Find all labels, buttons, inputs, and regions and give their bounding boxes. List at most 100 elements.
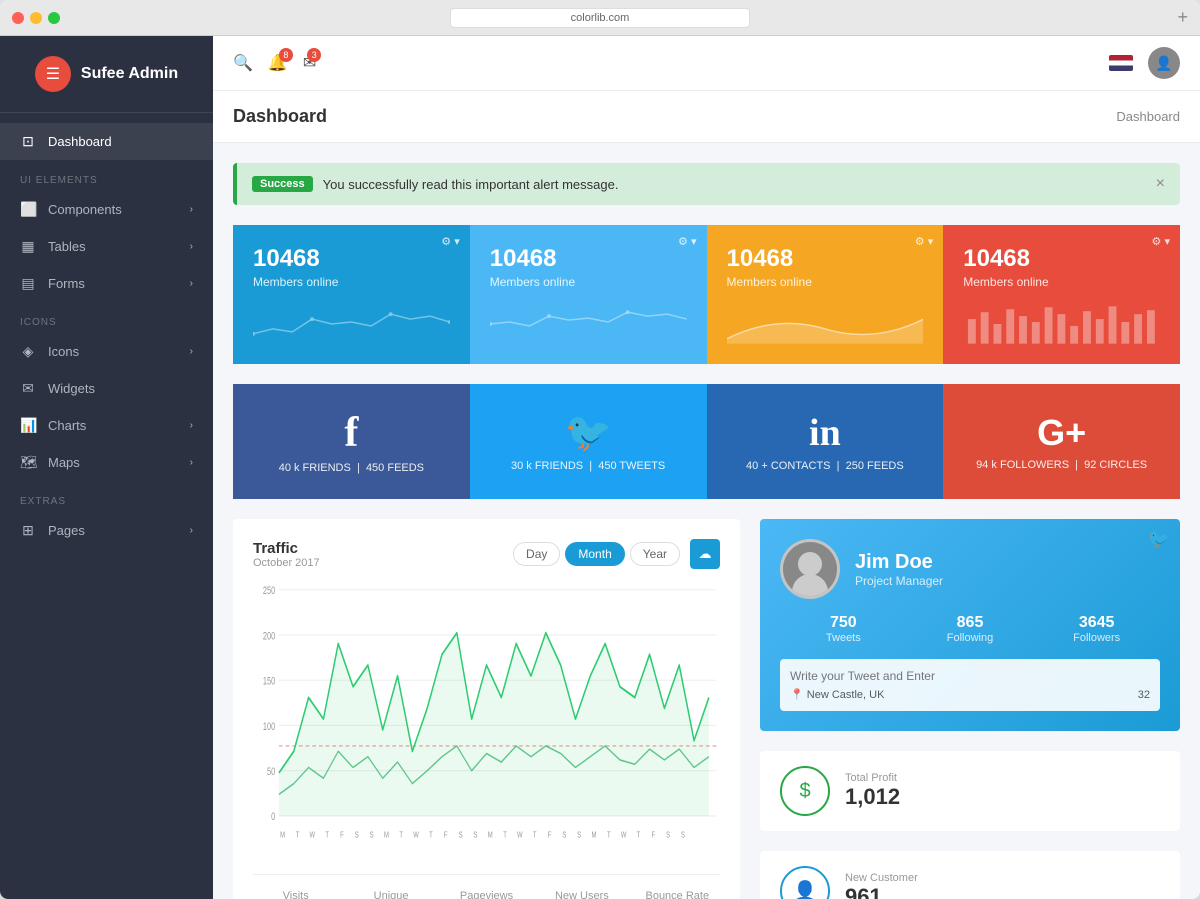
chart-title: Traffic (253, 540, 320, 557)
profile-role: Project Manager (855, 574, 943, 588)
twitter-link[interactable]: 🐦 (1148, 529, 1170, 550)
svg-text:S: S (666, 829, 670, 839)
mini-chart-line (490, 304, 687, 344)
maximize-button[interactable] (48, 12, 60, 24)
google-stats: 94 k FOLLOWERS | 92 CIRCLES (976, 459, 1147, 471)
stat-cards-row: ⚙ ▾ 10468 Members online (233, 225, 1180, 364)
sidebar-item-tables[interactable]: ▦ Tables › (0, 228, 213, 265)
chart-controls: Day Month Year ☁ (513, 539, 720, 569)
svg-text:T: T (296, 829, 300, 839)
sidebar-item-label: Components (48, 202, 122, 217)
pages-icon: ⊞ (20, 522, 36, 539)
sidebar-item-forms[interactable]: ▤ Forms › (0, 265, 213, 302)
traffic-chart-card: Traffic October 2017 Day Month Year (233, 519, 740, 899)
tweets-count: 750 (780, 614, 907, 632)
alert-close-button[interactable]: × (1156, 175, 1165, 193)
alert-badge: Success (252, 176, 313, 192)
chevron-right-icon: › (190, 241, 193, 252)
social-card-twitter[interactable]: 🐦 30 k FRIENDS | 450 TWEETS (470, 384, 707, 499)
traffic-lights (12, 12, 60, 24)
following-label: Following (907, 632, 1034, 644)
close-button[interactable] (12, 12, 24, 24)
topbar-left: 🔍 🔔 8 ✉ 3 (233, 53, 316, 73)
chevron-right-icon: › (190, 457, 193, 468)
facebook-icon: f (344, 409, 358, 457)
tables-icon: ▦ (20, 238, 36, 255)
sidebar-item-pages[interactable]: ⊞ Pages › (0, 512, 213, 549)
tweet-input-area: 📍 New Castle, UK 32 (780, 659, 1160, 711)
stat-number: 10468 (727, 245, 924, 273)
forms-icon: ▤ (20, 275, 36, 292)
sidebar-item-dashboard[interactable]: ⊡ Dashboard (0, 123, 213, 160)
app-window: colorlib.com + ☰ Sufee Admin ⊡ Dashboard… (0, 0, 1200, 899)
user-avatar[interactable]: 👤 (1148, 47, 1180, 79)
social-card-google[interactable]: G+ 94 k FOLLOWERS | 92 CIRCLES (943, 384, 1180, 499)
chart-area: 250 200 150 100 50 0 (253, 579, 720, 859)
sidebar-item-components[interactable]: ⬜ Components › (0, 191, 213, 228)
sidebar-item-icons[interactable]: ◈ Icons › (0, 333, 213, 370)
chart-title-group: Traffic October 2017 (253, 540, 320, 569)
chart-footer: Visits 29.703 Users (40%) Unique (253, 874, 720, 899)
svg-text:S: S (577, 829, 581, 839)
tweet-input[interactable] (790, 669, 1150, 683)
search-icon[interactable]: 🔍 (233, 53, 253, 73)
sidebar: ☰ Sufee Admin ⊡ Dashboard UI ELEMENTS ⬜ … (0, 36, 213, 899)
linkedin-contacts: 40 + CONTACTS (746, 460, 830, 472)
year-button[interactable]: Year (630, 542, 680, 566)
svg-text:S: S (370, 829, 374, 839)
titlebar: colorlib.com + (0, 0, 1200, 36)
new-tab-button[interactable]: + (1177, 7, 1188, 28)
language-flag[interactable] (1109, 55, 1133, 71)
url-bar[interactable]: colorlib.com (450, 8, 750, 28)
bounce-stat: Bounce Rate 40.15% (635, 890, 720, 899)
sidebar-item-label: Charts (48, 418, 86, 433)
topbar-right: 👤 (1109, 47, 1180, 79)
new-users-label: New Users (539, 890, 624, 899)
profile-info: Jim Doe Project Manager (780, 539, 1160, 599)
google-icon: G+ (1037, 412, 1086, 454)
sidebar-nav: ⊡ Dashboard UI ELEMENTS ⬜ Components › ▦… (0, 113, 213, 899)
metric-info: New Customer 961 (845, 872, 1160, 899)
svg-text:250: 250 (263, 585, 275, 597)
stat-card-members-2: ⚙ ▾ 10468 Members online (470, 225, 707, 364)
sidebar-item-charts[interactable]: 📊 Charts › (0, 407, 213, 444)
nav-section-ui: UI ELEMENTS (0, 160, 213, 191)
app-layout: ☰ Sufee Admin ⊡ Dashboard UI ELEMENTS ⬜ … (0, 36, 1200, 899)
month-button[interactable]: Month (565, 542, 624, 566)
dashboard-icon: ⊡ (20, 133, 36, 150)
linkedin-stats: 40 + CONTACTS | 250 FEEDS (746, 460, 904, 472)
sidebar-item-maps[interactable]: 🗺 Maps › (0, 444, 213, 481)
svg-text:T: T (533, 829, 537, 839)
social-card-facebook[interactable]: f 40 k FRIENDS | 450 FEEDS (233, 384, 470, 499)
profit-label: Total Profit (845, 772, 1160, 784)
social-card-linkedin[interactable]: in 40 + CONTACTS | 250 FEEDS (707, 384, 944, 499)
main-content: Dashboard Dashboard Success You successf… (213, 91, 1200, 899)
sidebar-item-label: Tables (48, 239, 86, 254)
profile-name: Jim Doe (855, 551, 943, 574)
google-circles: 92 CIRCLES (1084, 459, 1147, 471)
svg-text:M: M (384, 829, 389, 839)
tweets-stat: 750 Tweets (780, 614, 907, 644)
twitter-stats: 30 k FRIENDS | 450 TWEETS (511, 460, 665, 472)
sidebar-item-widgets[interactable]: ✉ Widgets (0, 370, 213, 407)
visits-label: Visits (253, 890, 338, 899)
customer-label: New Customer (845, 872, 1160, 884)
day-button[interactable]: Day (513, 542, 560, 566)
sidebar-item-label: Widgets (48, 381, 95, 396)
svg-text:T: T (429, 829, 433, 839)
minimize-button[interactable] (30, 12, 42, 24)
messages-icon[interactable]: ✉ 3 (303, 53, 316, 73)
time-period-group: Day Month Year (513, 542, 680, 566)
notifications-icon[interactable]: 🔔 8 (268, 53, 288, 73)
svg-text:T: T (325, 829, 329, 839)
components-icon: ⬜ (20, 201, 36, 218)
stat-card-members-3: ⚙ ▾ 10468 Members online (707, 225, 944, 364)
tweet-footer: 📍 New Castle, UK 32 (790, 688, 1150, 701)
stat-card-members-4: ⚙ ▾ 10468 Members online (943, 225, 1180, 364)
widgets-icon: ✉ (20, 380, 36, 397)
download-button[interactable]: ☁ (690, 539, 720, 569)
stat-number: 10468 (253, 245, 450, 273)
customer-value: 961 (845, 884, 1160, 899)
svg-text:W: W (413, 829, 419, 839)
svg-text:S: S (355, 829, 359, 839)
